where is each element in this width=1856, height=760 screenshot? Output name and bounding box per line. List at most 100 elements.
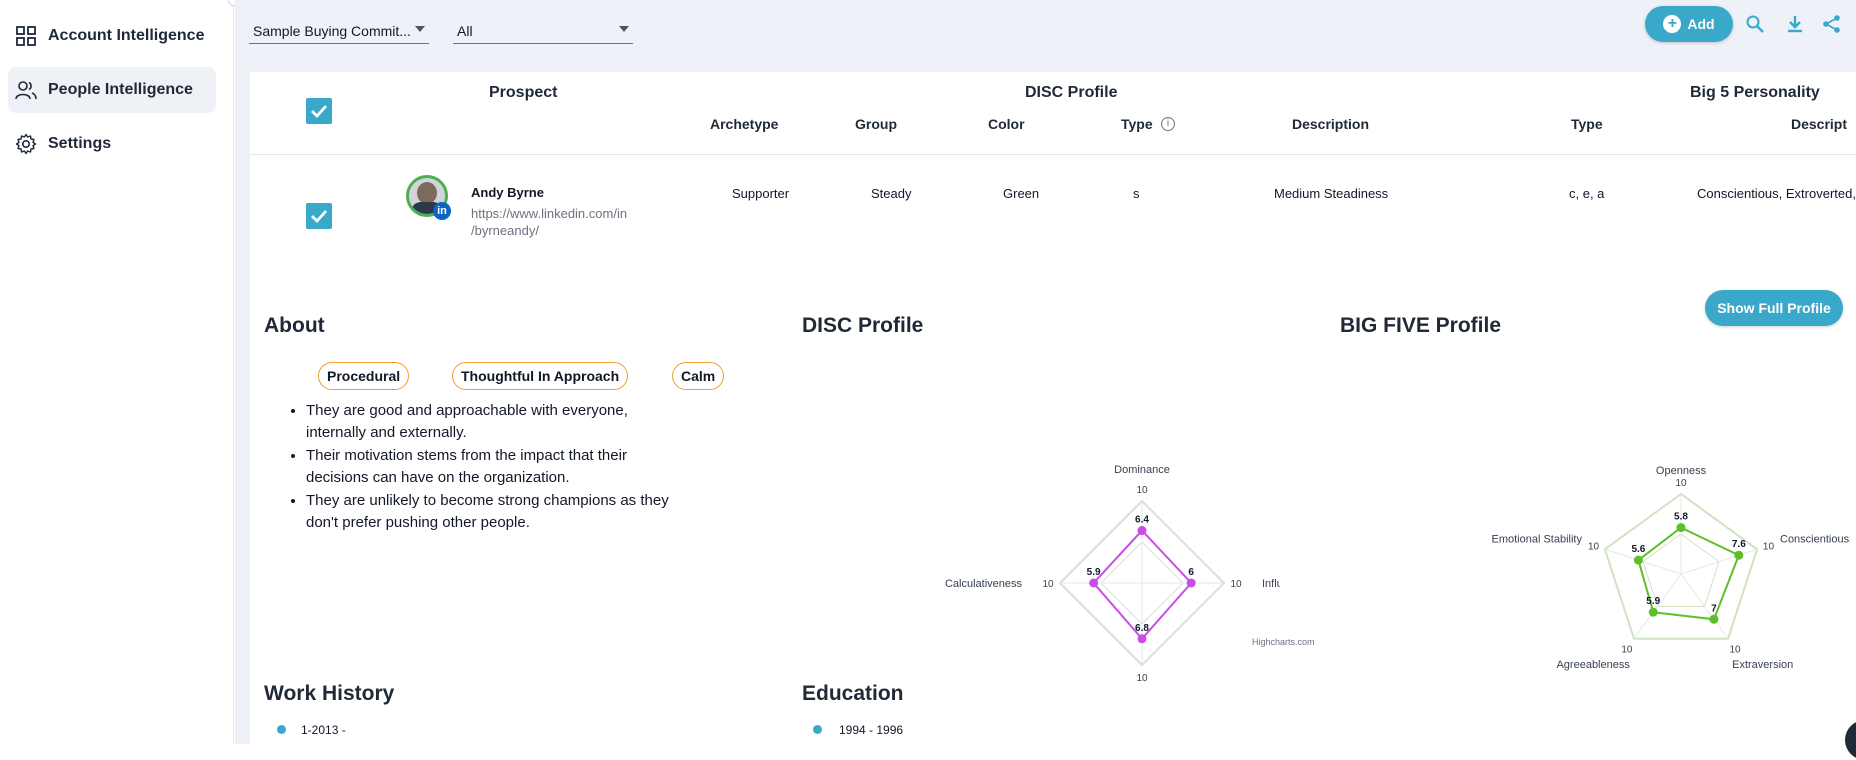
axis-label: Agreeableness — [1556, 659, 1630, 671]
gear-icon — [14, 132, 38, 156]
top-bar: Sample Buying Commit... All + Add — [235, 0, 1856, 72]
add-button[interactable]: + Add — [1645, 6, 1733, 42]
data-label: 6.4 — [1135, 515, 1149, 526]
prospect-header: Prospect — [489, 84, 558, 101]
row-checkbox[interactable] — [306, 203, 332, 229]
data-point — [1633, 555, 1643, 565]
about-title: About — [264, 314, 325, 337]
archetype-cell: Supporter — [732, 186, 790, 201]
chevron-down-icon — [415, 26, 425, 32]
chevron-down-icon — [619, 26, 629, 32]
share-icon[interactable] — [1820, 12, 1844, 36]
axis-max-label: 10 — [1136, 673, 1148, 684]
axis-max-label: 10 — [1621, 644, 1633, 655]
big5-description-header: Descript — [1791, 116, 1848, 132]
checkmark-icon — [311, 210, 328, 224]
main-area: Sample Buying Commit... All + Add Prospe… — [235, 0, 1856, 760]
axis-label: Conscientiousness — [1780, 533, 1850, 545]
data-label: 5.9 — [1646, 596, 1660, 607]
data-point — [1676, 523, 1686, 533]
plus-icon: + — [1663, 15, 1682, 33]
education-entry: 1994 - 1996 — [839, 723, 904, 737]
description-cell: Medium Steadiness — [1274, 186, 1389, 201]
trait-tag: Calm — [672, 362, 725, 390]
data-point — [1137, 634, 1147, 644]
color-header: Color — [988, 116, 1025, 132]
big5-section-title: BIG FIVE Profile — [1340, 314, 1502, 337]
data-label: 6 — [1188, 567, 1194, 578]
disc-profile-header: DISC Profile — [1025, 84, 1118, 101]
sidebar-item-label: Account Intelligence — [48, 27, 205, 44]
big5-header: Big 5 Personality — [1690, 84, 1820, 101]
chart-credit[interactable]: Highcharts.com — [1252, 637, 1315, 647]
people-icon — [14, 78, 38, 102]
type-header: Type — [1121, 116, 1153, 132]
group-cell: Steady — [871, 186, 912, 201]
big5-description-cell: Conscientious, Extroverted, — [1697, 186, 1856, 201]
data-label: 5.9 — [1087, 567, 1101, 578]
axis-label: Influence — [1262, 578, 1280, 590]
show-full-profile-button[interactable]: Show Full Profile — [1705, 290, 1843, 326]
data-point — [1186, 578, 1196, 588]
axis-label: Emotional Stability — [1491, 533, 1582, 545]
download-icon[interactable] — [1783, 12, 1807, 36]
sidebar-item-settings[interactable]: Settings — [8, 121, 216, 167]
group-header: Group — [855, 116, 897, 132]
linkedin-icon[interactable]: in — [433, 202, 451, 220]
timeline-dot — [277, 725, 286, 734]
select-all-checkbox[interactable] — [306, 98, 332, 124]
data-point — [1734, 550, 1744, 560]
sidebar-item-account-intelligence[interactable]: Account Intelligence — [8, 13, 216, 59]
data-label: 6.8 — [1135, 623, 1149, 634]
axis-max-label: 10 — [1675, 478, 1687, 489]
buying-committee-value: Sample Buying Commit... — [253, 22, 411, 39]
info-icon[interactable]: i — [1161, 117, 1175, 131]
archetype-header: Archetype — [710, 116, 779, 132]
trait-tag: Procedural — [318, 362, 410, 390]
scope-select[interactable]: All — [453, 18, 633, 44]
data-point — [1709, 614, 1719, 624]
buying-committee-select[interactable]: Sample Buying Commit... — [249, 18, 429, 44]
data-point — [1648, 607, 1658, 617]
axis-label: Dominance — [1114, 464, 1170, 476]
prospect-url-line2[interactable]: /byrneandy/ — [471, 223, 539, 238]
data-label: 7 — [1711, 603, 1717, 614]
header-divider — [250, 154, 1856, 155]
type-cell: s — [1133, 186, 1140, 201]
work-history-entry: 1-2013 - — [301, 723, 346, 737]
big5-radar-chart: 10Openness10Conscientiousness10Extravers… — [1491, 465, 1850, 671]
chat-bubble-icon[interactable] — [1845, 720, 1856, 760]
data-point — [1089, 578, 1099, 588]
axis-label: Openness — [1656, 465, 1707, 477]
axis-max-label: 10 — [1230, 579, 1242, 590]
axis-label: Extraversion — [1732, 659, 1793, 671]
sidebar: Account Intelligence People Intelligence… — [0, 0, 234, 744]
search-icon[interactable] — [1743, 12, 1767, 36]
axis-max-label: 10 — [1763, 542, 1775, 553]
big5-type-cell: c, e, a — [1569, 186, 1605, 201]
axis-label: Calculativeness — [945, 578, 1023, 590]
add-label: Add — [1687, 16, 1715, 32]
profile-panel: Prospect DISC Profile Big 5 Personality … — [250, 72, 1856, 760]
data-label: 5.8 — [1674, 512, 1688, 523]
data-label: 5.6 — [1631, 544, 1645, 555]
disc-section-title: DISC Profile — [802, 314, 924, 337]
axis-max-label: 10 — [1042, 579, 1054, 590]
sidebar-item-label: Settings — [48, 135, 112, 152]
prospect-url-line1[interactable]: https://www.linkedin.com/in — [471, 206, 627, 221]
about-bullet: Their motivation stems from the impact t… — [306, 445, 690, 489]
prospect-name[interactable]: Andy Byrne — [471, 185, 544, 200]
work-history-title: Work History — [264, 682, 395, 705]
education-title: Education — [802, 682, 904, 705]
about-bullets: They are good and approachable with ever… — [290, 400, 690, 535]
trait-tag: Thoughtful In Approach — [452, 362, 629, 390]
scope-value: All — [457, 22, 473, 39]
axis-max-label: 10 — [1730, 644, 1742, 655]
description-header: Description — [1292, 116, 1370, 132]
sidebar-item-people-intelligence[interactable]: People Intelligence — [8, 67, 216, 113]
about-bullet: They are unlikely to become strong champ… — [306, 490, 690, 534]
grid-icon — [14, 24, 38, 48]
color-cell: Green — [1003, 186, 1040, 201]
timeline-dot — [813, 725, 822, 734]
axis-line — [1680, 548, 1758, 575]
